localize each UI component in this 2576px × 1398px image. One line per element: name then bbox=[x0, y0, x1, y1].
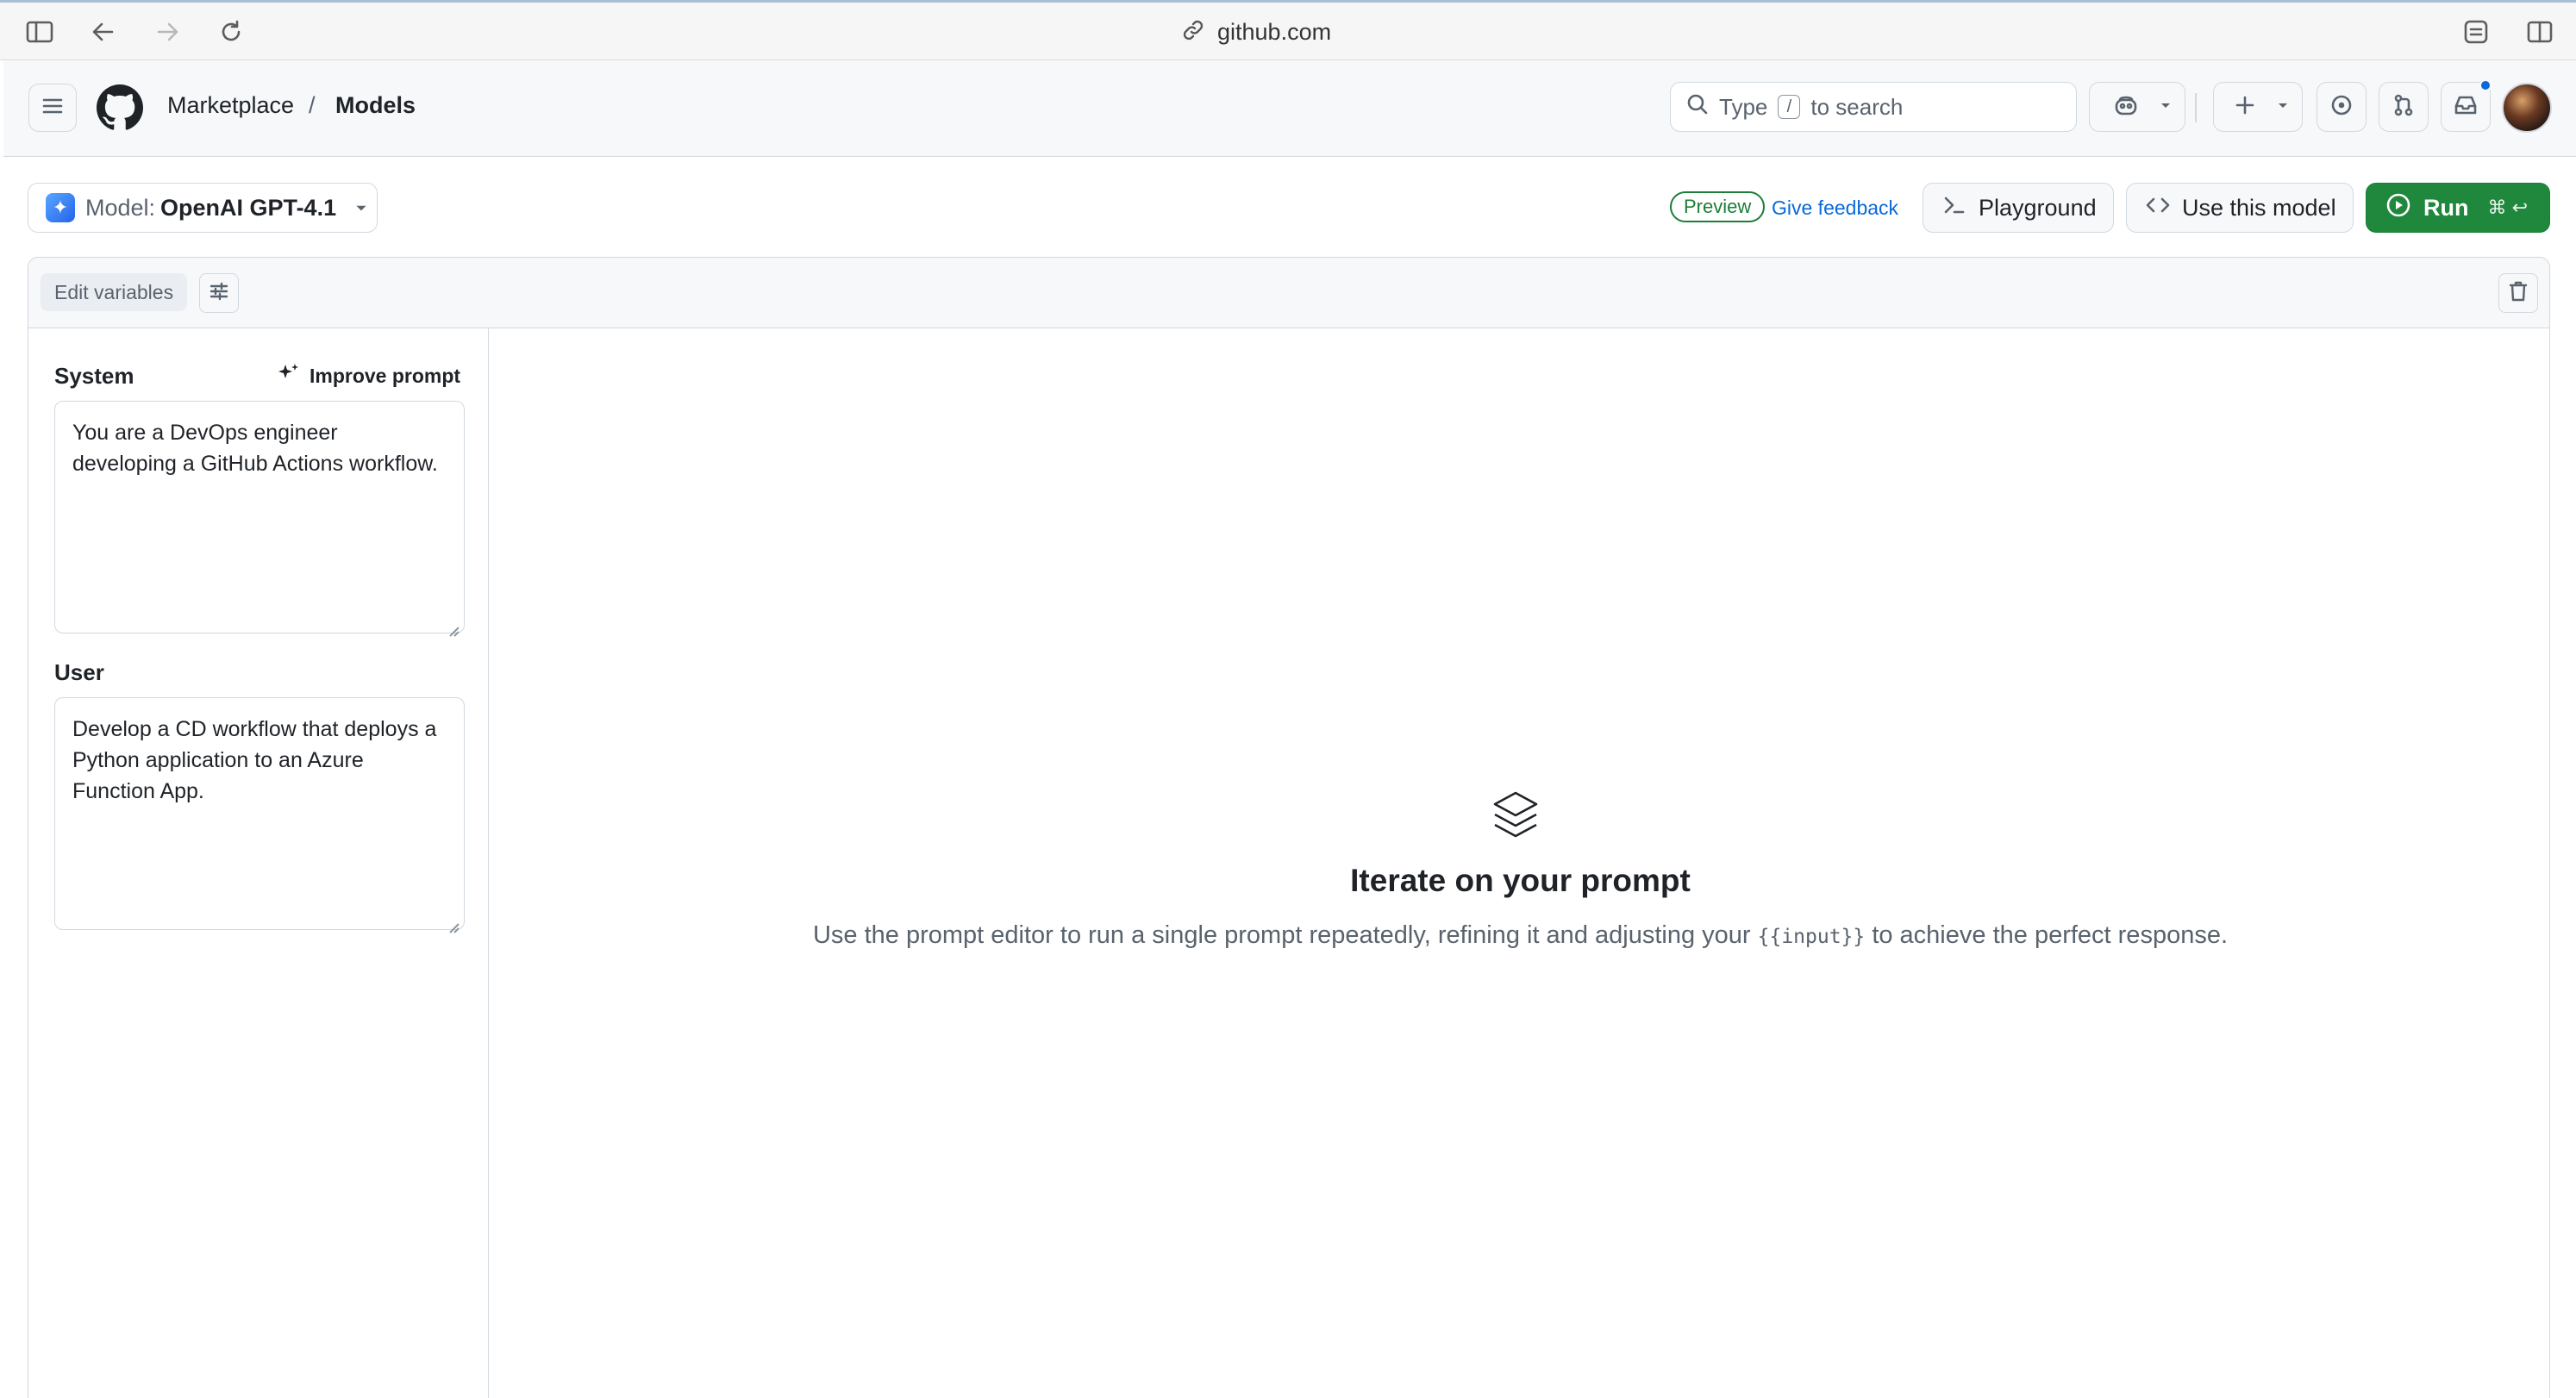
improve-prompt-label: Improve prompt bbox=[309, 364, 461, 387]
empty-state-title: Iterate on your prompt bbox=[1350, 863, 1691, 898]
hamburger-icon bbox=[41, 96, 65, 121]
sidebar-toggle-icon[interactable] bbox=[22, 15, 57, 49]
search-shortcut-key: / bbox=[1778, 95, 1801, 119]
header-divider bbox=[2195, 93, 2197, 122]
search-prefix: Type bbox=[1719, 93, 1768, 120]
user-prompt-text: Develop a CD workflow that deploys a Pyt… bbox=[72, 717, 437, 803]
url-text: github.com bbox=[1217, 18, 1332, 45]
notification-dot bbox=[2479, 79, 2492, 91]
site-header: Marketplace / Models Type / to search bbox=[3, 60, 2576, 157]
empty-desc-before: Use the prompt editor to run a single pr… bbox=[812, 921, 1751, 949]
menu-button[interactable] bbox=[28, 84, 77, 132]
empty-desc-after: to achieve the perfect response. bbox=[1872, 921, 2229, 949]
terminal-icon bbox=[1942, 194, 1966, 222]
resize-handle-icon[interactable] bbox=[447, 615, 460, 637]
messages-column: System Improve prompt You are a DevOps e… bbox=[28, 328, 489, 1398]
playground-button[interactable]: Playground bbox=[1923, 183, 2114, 233]
system-label: System bbox=[54, 363, 134, 389]
input-variable-code: {{input}} bbox=[1757, 926, 1866, 948]
improve-prompt-button[interactable]: Improve prompt bbox=[277, 361, 460, 390]
run-shortcut: ⌘ ↩ bbox=[2487, 197, 2529, 218]
issue-icon bbox=[2329, 93, 2354, 122]
reload-icon[interactable] bbox=[214, 15, 248, 49]
create-new-button[interactable] bbox=[2213, 82, 2303, 132]
model-sparkle-icon: ✦ bbox=[46, 193, 75, 222]
chevron-down-icon bbox=[2159, 98, 2173, 116]
give-feedback-link[interactable]: Give feedback bbox=[1772, 197, 1898, 220]
chevron-down-icon bbox=[2276, 98, 2290, 116]
breadcrumb-models[interactable]: Models bbox=[335, 92, 416, 119]
browser-toolbar: github.com bbox=[0, 0, 2576, 60]
search-suffix: to search bbox=[1810, 93, 1904, 120]
empty-state-description: Use the prompt editor to run a single pr… bbox=[490, 921, 2551, 950]
response-area: Iterate on your prompt Use the prompt ed… bbox=[490, 328, 2551, 1398]
use-this-model-button[interactable]: Use this model bbox=[2126, 183, 2354, 233]
search-input[interactable]: Type / to search bbox=[1670, 82, 2077, 132]
panel-toolbar: Edit variables bbox=[28, 258, 2549, 328]
breadcrumb-marketplace[interactable]: Marketplace bbox=[167, 92, 294, 119]
github-logo-icon[interactable] bbox=[97, 84, 143, 135]
model-prefix: Model: bbox=[85, 194, 156, 221]
resize-handle-icon[interactable] bbox=[447, 912, 460, 933]
parameters-button[interactable] bbox=[199, 273, 239, 313]
model-selector-button[interactable]: ✦ Model: OpenAI GPT-4.1 bbox=[28, 183, 378, 233]
breadcrumb-separator: / bbox=[309, 92, 316, 118]
sparkles-icon bbox=[277, 361, 301, 390]
use-model-label: Use this model bbox=[2182, 194, 2336, 221]
preview-badge: Preview bbox=[1670, 191, 1766, 222]
system-prompt-textarea[interactable]: You are a DevOps engineer developing a G… bbox=[54, 401, 465, 637]
code-icon bbox=[2146, 194, 2170, 222]
run-label: Run bbox=[2423, 194, 2469, 221]
system-prompt-text: You are a DevOps engineer developing a G… bbox=[72, 421, 438, 476]
inbox-icon bbox=[2454, 93, 2478, 122]
split-view-icon[interactable] bbox=[2523, 15, 2557, 49]
copilot-icon bbox=[2113, 93, 2139, 122]
chevron-down-icon bbox=[353, 195, 369, 222]
search-icon bbox=[1686, 93, 1709, 122]
forward-icon[interactable] bbox=[150, 15, 184, 49]
user-label: User bbox=[54, 659, 104, 685]
pull-requests-button[interactable] bbox=[2379, 82, 2429, 132]
plus-icon bbox=[2234, 94, 2256, 121]
playground-label: Playground bbox=[1979, 194, 2097, 221]
run-button[interactable]: Run ⌘ ↩ bbox=[2366, 183, 2550, 233]
user-prompt-textarea[interactable]: Develop a CD workflow that deploys a Pyt… bbox=[54, 697, 465, 933]
play-circle-icon bbox=[2385, 192, 2411, 224]
link-icon bbox=[1181, 18, 1205, 47]
stack-icon bbox=[1491, 789, 1540, 844]
trash-icon bbox=[2508, 280, 2529, 307]
copilot-button[interactable] bbox=[2089, 82, 2185, 132]
edit-variables-button[interactable]: Edit variables bbox=[41, 273, 188, 311]
extension-icon[interactable] bbox=[2459, 15, 2493, 49]
back-icon[interactable] bbox=[86, 15, 121, 49]
pull-request-icon bbox=[2392, 93, 2416, 122]
address-bar[interactable]: github.com bbox=[1181, 15, 1397, 49]
clear-button[interactable] bbox=[2498, 273, 2538, 313]
model-name: OpenAI GPT-4.1 bbox=[160, 194, 337, 221]
avatar[interactable] bbox=[2502, 83, 2552, 133]
prompt-editor-panel: Edit variables System Improve prompt You… bbox=[28, 257, 2550, 1398]
sliders-icon bbox=[208, 280, 230, 307]
issues-button[interactable] bbox=[2317, 82, 2367, 132]
